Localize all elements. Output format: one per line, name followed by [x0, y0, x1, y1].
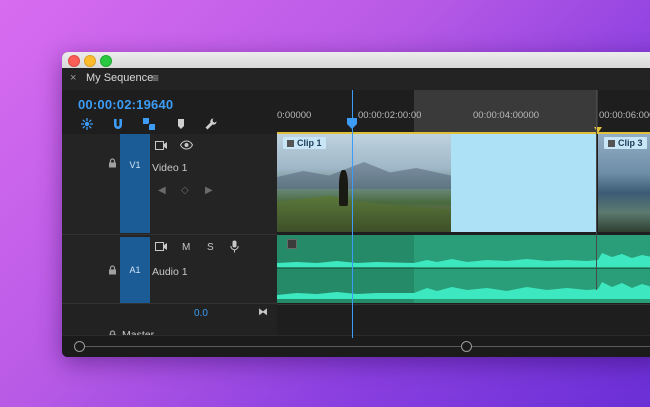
- scroll-handle-right[interactable]: [461, 341, 472, 352]
- scroll-handle-left[interactable]: [74, 341, 85, 352]
- audio-fx-icon: [287, 239, 297, 249]
- ruler-label-3: 00:00:06:000: [599, 110, 650, 121]
- clip-3-label: Clip 3: [604, 137, 647, 149]
- wrench-settings-icon[interactable]: [204, 117, 218, 131]
- lock-icon[interactable]: [108, 158, 117, 171]
- zoom-window-button[interactable]: [100, 55, 112, 67]
- snap-magnet-icon[interactable]: [111, 117, 125, 131]
- camera-icon[interactable]: [155, 140, 168, 154]
- video-clip-3[interactable]: Clip 3: [598, 134, 650, 232]
- lock-icon[interactable]: [108, 265, 117, 278]
- add-keyframe-icon[interactable]: ◇: [181, 185, 189, 196]
- eye-icon[interactable]: [179, 140, 194, 153]
- mute-button[interactable]: M: [182, 242, 190, 253]
- sequence-end-line: [596, 90, 597, 290]
- ruler-label-1: 00:00:02:00:00: [358, 110, 422, 121]
- previous-keyframe-icon[interactable]: ◀: [158, 185, 166, 196]
- close-window-button[interactable]: [68, 55, 80, 67]
- audio-track-name[interactable]: Audio 1: [152, 266, 188, 278]
- timeline-zoom-scrollbar[interactable]: [62, 335, 650, 357]
- audio-channel-separator: [277, 268, 650, 269]
- fx-badge-icon: [608, 140, 615, 147]
- clip-3-label-text: Clip 3: [618, 138, 643, 148]
- clip-thumbnail-mountains: [277, 162, 451, 189]
- clip-1-label: Clip 1: [283, 137, 326, 149]
- panel-tab-bar: × My Sequence ≡: [62, 68, 650, 90]
- nest-sequence-icon[interactable]: [80, 117, 94, 131]
- video-target-v1[interactable]: V1: [120, 134, 150, 233]
- video-clip-2-empty[interactable]: [451, 134, 597, 232]
- linked-selection-icon[interactable]: [142, 117, 156, 131]
- tab-sequence-title[interactable]: My Sequence: [86, 72, 153, 84]
- audio-waveform-left: [277, 253, 650, 267]
- audio-clip[interactable]: [277, 235, 650, 303]
- add-marker-icon[interactable]: [174, 117, 188, 131]
- minimize-window-button[interactable]: [84, 55, 96, 67]
- clip-1-label-text: Clip 1: [297, 138, 322, 148]
- panel-menu-icon[interactable]: ≡: [152, 71, 159, 85]
- clip-thumbnail-person: [339, 170, 348, 206]
- microphone-icon[interactable]: [230, 240, 239, 256]
- next-keyframe-icon[interactable]: ▶: [205, 185, 213, 196]
- timeline-tracks[interactable]: Clip 1 Clip 3: [277, 134, 650, 357]
- go-to-edit-icon[interactable]: ⧓: [258, 307, 268, 318]
- track-headers: V1 Video 1 ◀ ◇ ▶ A1 M S Audio 1 0.0 ⧓: [62, 134, 277, 357]
- master-level-value[interactable]: 0.0: [194, 308, 208, 319]
- fx-badge-icon: [287, 140, 294, 147]
- audio-target-a1[interactable]: A1: [120, 237, 150, 303]
- audio-track-header: A1 M S Audio 1: [62, 235, 277, 304]
- video-track-name[interactable]: Video 1: [152, 162, 187, 174]
- audio-waveform-right: [277, 282, 650, 299]
- window-titlebar: [62, 52, 650, 68]
- audio-sync-icon[interactable]: [155, 241, 168, 255]
- playhead-timecode[interactable]: 00:00:02:19640: [78, 97, 173, 112]
- video-track-header: V1 Video 1 ◀ ◇ ▶: [62, 134, 277, 235]
- solo-button[interactable]: S: [207, 242, 214, 253]
- ruler-label-0: 0:00000: [277, 110, 312, 121]
- timeline-header: 00:00:02:19640: [62, 90, 277, 134]
- time-ruler[interactable]: 0:00000 00:00:02:00:00 00:00:04:00000 00…: [277, 90, 650, 134]
- ruler-label-2: 00:00:04:00000: [473, 110, 540, 121]
- sequence-window: × My Sequence ≡ 00:00:02:19640 0:00000 0…: [62, 52, 650, 357]
- video-clip-1[interactable]: Clip 1: [277, 134, 451, 232]
- tab-close-icon[interactable]: ×: [70, 72, 76, 84]
- clip-thumbnail-land: [277, 195, 451, 232]
- scroll-track[interactable]: [78, 346, 650, 347]
